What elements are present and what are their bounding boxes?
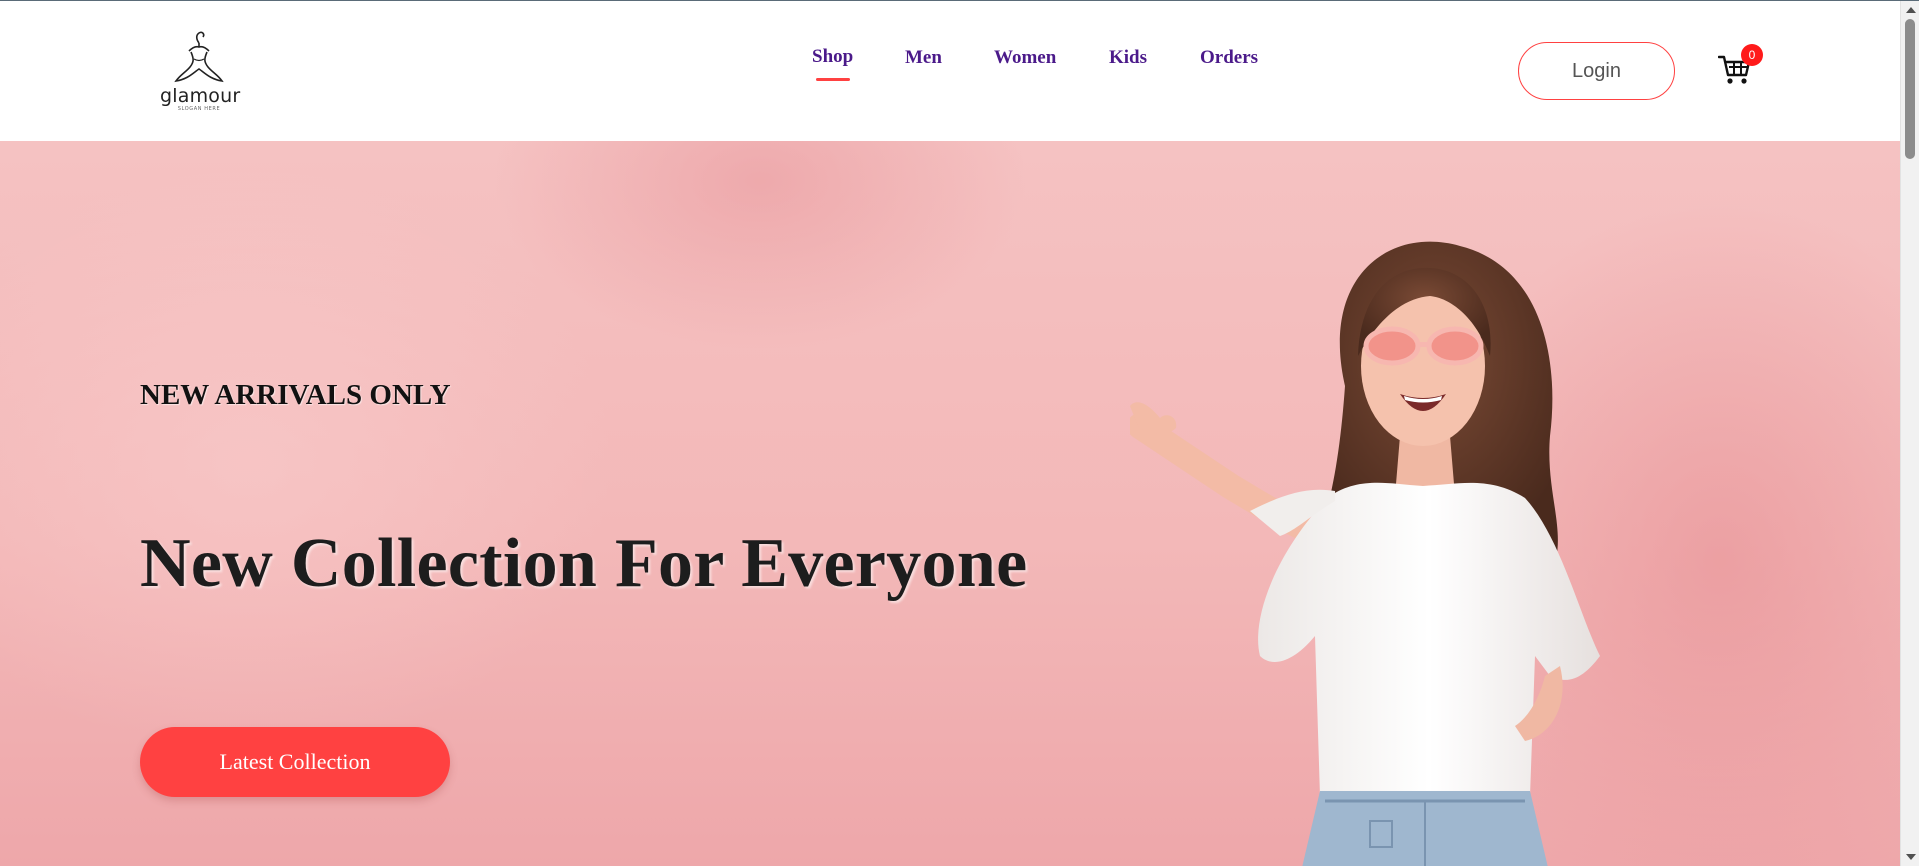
- nav-women[interactable]: Women: [994, 47, 1056, 69]
- logo-slogan: SLOGAN HERE: [177, 106, 221, 112]
- nav-shop-label: Shop: [812, 46, 854, 67]
- scroll-up-arrow-icon[interactable]: [1906, 7, 1916, 13]
- nav-orders-label: Orders: [1200, 47, 1259, 68]
- logo[interactable]: glamour SLOGAN HERE: [160, 29, 241, 115]
- login-button[interactable]: Login: [1518, 42, 1675, 100]
- latest-collection-button[interactable]: Latest Collection: [140, 727, 450, 797]
- hero-subtitle: NEW ARRIVALS ONLY: [140, 379, 451, 411]
- active-nav-underline: [816, 78, 850, 81]
- cart-count-badge: 0: [1741, 44, 1763, 66]
- nav-men-label: Men: [905, 47, 942, 68]
- hero-model-image: [1130, 241, 1600, 866]
- logo-text: glamour: [160, 85, 241, 107]
- scroll-down-arrow-icon[interactable]: [1906, 854, 1916, 860]
- page-scrollbar[interactable]: [1900, 1, 1919, 866]
- nav-kids-label: Kids: [1109, 47, 1148, 68]
- dress-hanger-icon: [174, 31, 224, 83]
- hero-banner: NEW ARRIVALS ONLY New Collection For Eve…: [0, 141, 1900, 866]
- hero-title: New Collection For Everyone: [140, 525, 1028, 602]
- site-header: glamour SLOGAN HERE Shop Men Women Kids …: [0, 1, 1900, 141]
- login-button-label: Login: [1572, 59, 1621, 82]
- nav-shop[interactable]: Shop: [812, 46, 854, 81]
- nav-men[interactable]: Men: [905, 47, 942, 69]
- scroll-thumb[interactable]: [1905, 19, 1915, 159]
- nav-women-label: Women: [994, 47, 1057, 68]
- nav-kids[interactable]: Kids: [1109, 47, 1147, 69]
- nav-orders[interactable]: Orders: [1200, 47, 1258, 69]
- latest-collection-label: Latest Collection: [219, 749, 371, 774]
